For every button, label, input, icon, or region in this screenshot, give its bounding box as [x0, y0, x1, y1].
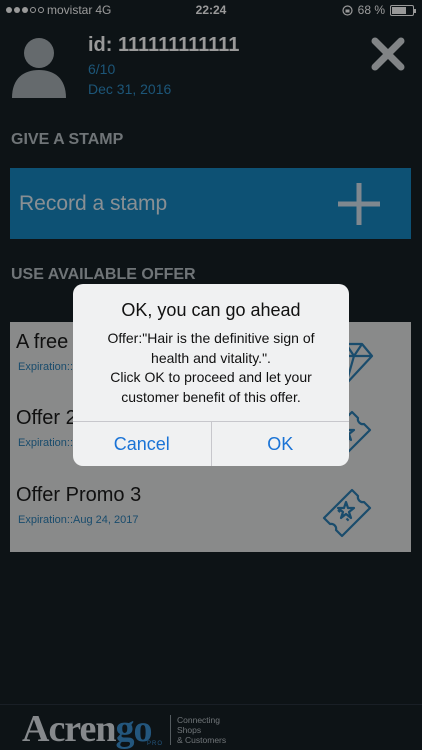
confirm-dialog: OK, you can go ahead Offer:"Hair is the …: [73, 284, 349, 466]
dialog-buttons: Cancel OK: [73, 421, 349, 466]
ok-button[interactable]: OK: [210, 422, 350, 466]
dialog-message-line: health and vitality.".: [151, 349, 271, 366]
dialog-message-line: Offer:"Hair is the definitive sign of: [107, 330, 315, 346]
cancel-button[interactable]: Cancel: [73, 422, 211, 466]
dialog-message-line: Click OK to proceed and let your: [110, 369, 312, 385]
dialog-message-line: customer benefit of this offer.: [121, 388, 301, 405]
dialog-message: Offer:"Hair is the definitive sign of he…: [83, 329, 339, 407]
dialog-title: OK, you can go ahead: [121, 300, 301, 320]
